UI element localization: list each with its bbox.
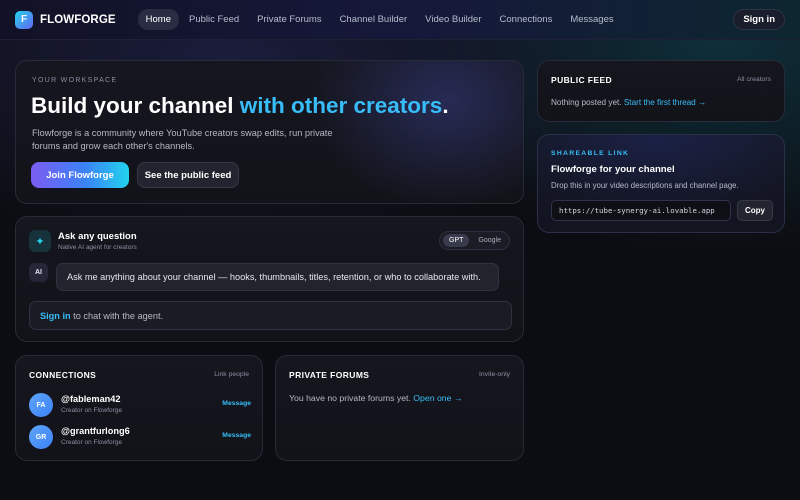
avatar: GR xyxy=(29,425,53,449)
hero-title: Build your channel with other creators. xyxy=(31,93,449,119)
hero-title-accent: with other creators xyxy=(239,93,443,118)
nav-channel-builder[interactable]: Channel Builder xyxy=(332,9,416,30)
person-role: Creator on Flowforge xyxy=(61,439,123,446)
share-title: Flowforge for your channel xyxy=(551,164,675,175)
message-button[interactable]: Message xyxy=(222,400,251,407)
connections-card: CONNECTIONS Link people FA @fableman42 C… xyxy=(15,355,263,461)
nav-video-builder[interactable]: Video Builder xyxy=(417,9,489,30)
nav-public-feed[interactable]: Public Feed xyxy=(181,9,247,30)
private-forums-card: PRIVATE FORUMS Invite-only You have no p… xyxy=(275,355,524,461)
model-toggle: GPT Google xyxy=(439,231,510,250)
signin-button[interactable]: Sign in xyxy=(733,9,785,30)
connections-title: CONNECTIONS xyxy=(29,370,97,380)
list-item: FA @fableman42 Creator on Flowforge Mess… xyxy=(29,393,251,419)
nav-messages[interactable]: Messages xyxy=(562,9,621,30)
join-button[interactable]: Join Flowforge xyxy=(31,162,129,188)
copy-button[interactable]: Copy xyxy=(737,200,773,221)
ask-card: ✦ Ask any question Native AI agent for c… xyxy=(15,216,524,342)
chat-signin-link[interactable]: Sign in xyxy=(40,311,71,321)
share-eyebrow: SHAREABLE LINK xyxy=(551,150,630,157)
feed-empty-state: Nothing posted yet. Start the first thre… xyxy=(551,98,706,107)
person-handle: @grantfurlong6 xyxy=(61,426,130,436)
shareable-link-card: SHAREABLE LINK Flowforge for your channe… xyxy=(537,134,785,233)
list-item: GR @grantfurlong6 Creator on Flowforge M… xyxy=(29,425,251,451)
open-forum-link[interactable]: Open one → xyxy=(413,393,462,403)
top-navbar: F FLOWFORGE Home Public Feed Private For… xyxy=(0,0,800,40)
nav-home[interactable]: Home xyxy=(137,9,179,30)
nav-links: Home Public Feed Private Forums Channel … xyxy=(137,9,622,30)
share-url-field[interactable]: https://tube-synergy-ai.lovable.app xyxy=(551,200,731,221)
hero-card: YOUR WORKSPACE Build your channel with o… xyxy=(15,60,524,204)
start-thread-link[interactable]: Start the first thread → xyxy=(624,98,706,107)
all-creators-link[interactable]: All creators xyxy=(737,76,771,83)
model-gpt[interactable]: GPT xyxy=(443,234,470,247)
nav-private-forums[interactable]: Private Forums xyxy=(249,9,329,30)
forums-empty-text: You have no private forums yet. xyxy=(289,393,414,403)
share-description: Drop this in your video descriptions and… xyxy=(551,181,739,190)
forums-meta: Invite-only xyxy=(479,371,510,378)
nav-connections[interactable]: Connections xyxy=(492,9,561,30)
feed-empty-text: Nothing posted yet. xyxy=(551,98,624,107)
logo-icon[interactable]: F xyxy=(15,10,33,29)
ask-title: Ask any question xyxy=(58,231,137,242)
public-feed-button[interactable]: See the public feed xyxy=(137,162,239,188)
app-name[interactable]: FLOWFORGE xyxy=(40,14,116,26)
forums-title: PRIVATE FORUMS xyxy=(289,370,370,380)
person-role: Creator on Flowforge xyxy=(61,407,123,414)
ai-avatar: AI xyxy=(29,263,48,282)
hero-title-end: . xyxy=(442,93,449,118)
forums-empty-state: You have no private forums yet. Open one… xyxy=(289,393,463,403)
chat-signin-box: Sign in to chat with the agent. xyxy=(29,301,512,330)
message-button[interactable]: Message xyxy=(222,432,251,439)
avatar: FA xyxy=(29,393,53,417)
ai-message: Ask me anything about your channel — hoo… xyxy=(56,263,499,291)
model-google[interactable]: Google xyxy=(472,234,507,247)
ask-subtitle: Native AI agent for creators xyxy=(58,244,137,251)
feed-title: PUBLIC FEED xyxy=(551,75,613,85)
link-people-link[interactable]: Link people xyxy=(214,371,249,378)
hero-description: Flowforge is a community where YouTube c… xyxy=(32,128,333,151)
hero-eyebrow: YOUR WORKSPACE xyxy=(32,77,118,84)
sparkle-icon: ✦ xyxy=(29,230,51,252)
person-handle: @fableman42 xyxy=(61,394,121,404)
public-feed-card: PUBLIC FEED All creators Nothing posted … xyxy=(537,60,785,122)
hero-title-main: Build your channel xyxy=(31,93,240,118)
chat-signin-text: to chat with the agent. xyxy=(70,310,164,321)
